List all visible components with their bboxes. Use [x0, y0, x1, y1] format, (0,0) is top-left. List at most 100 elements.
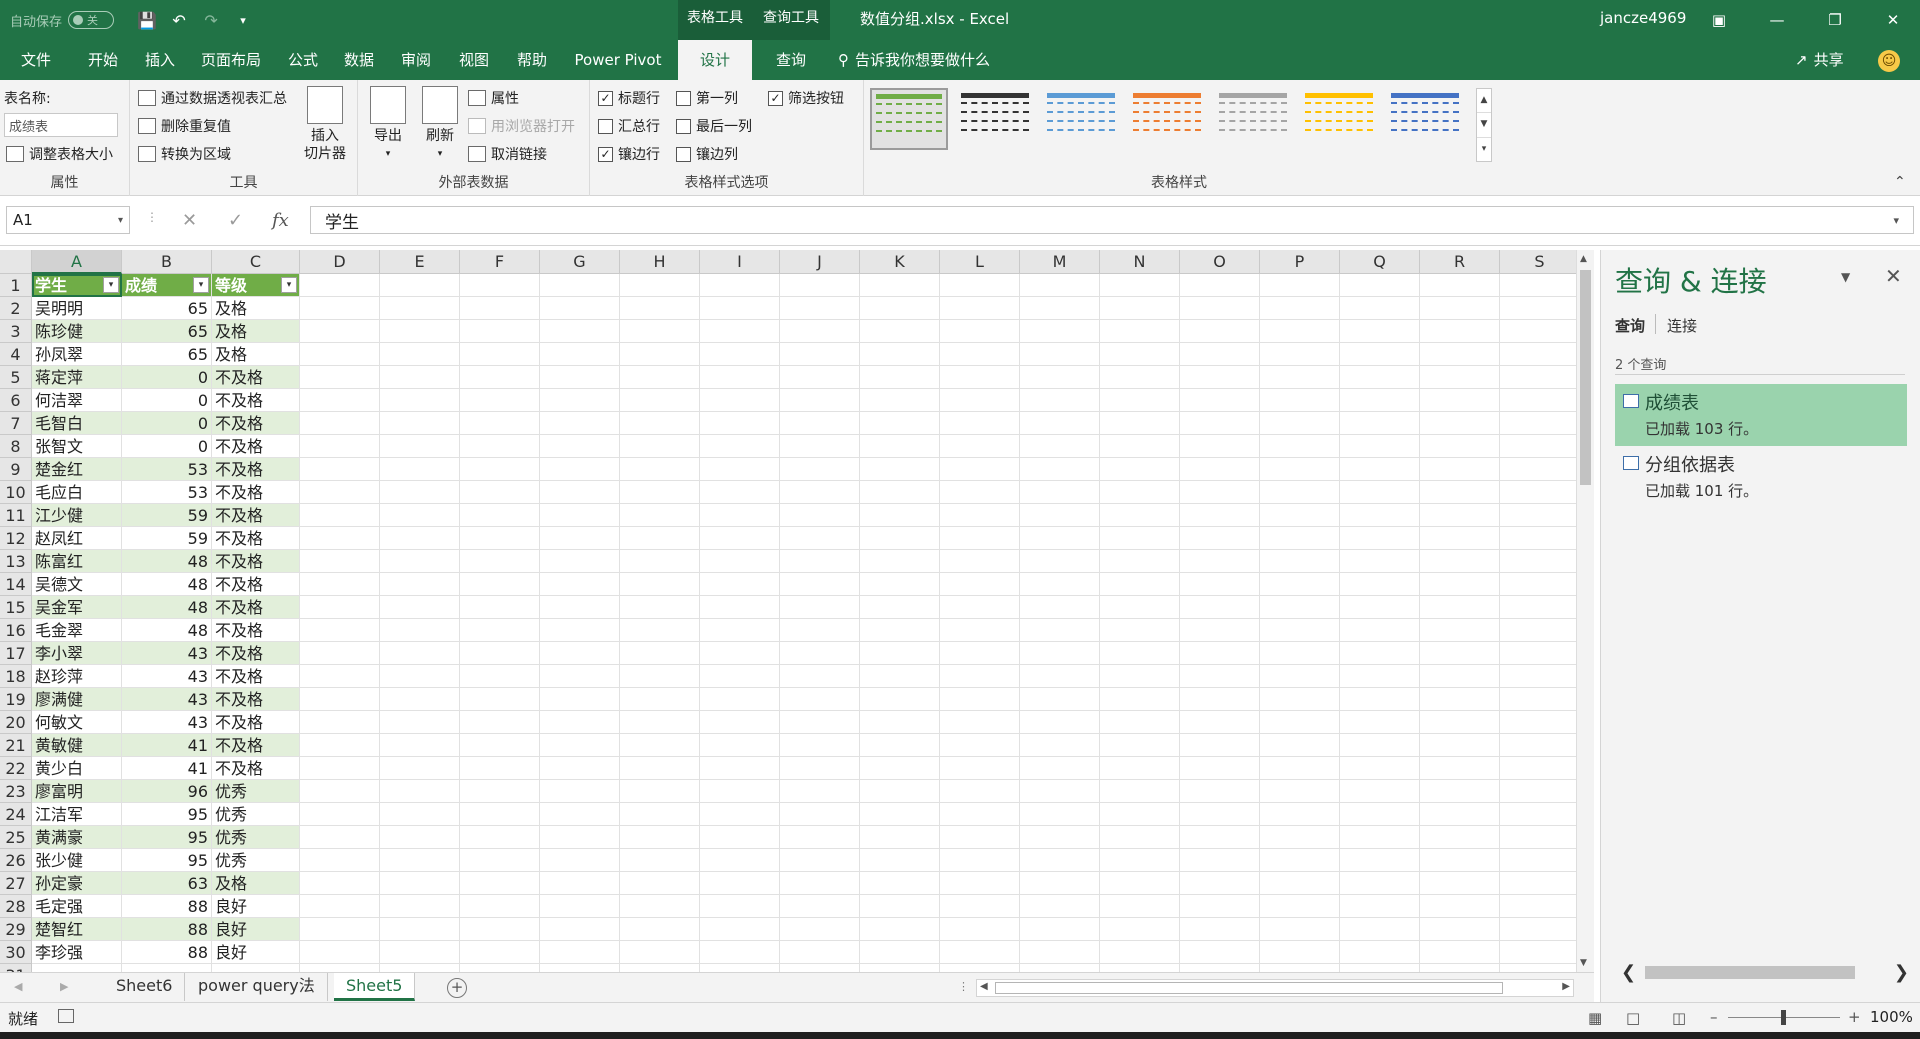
grid-cell[interactable]: [380, 274, 460, 297]
grid-cell[interactable]: [1180, 665, 1260, 688]
grid-cell[interactable]: [1100, 757, 1180, 780]
grid-cell[interactable]: [540, 458, 620, 481]
undo-icon[interactable]: ↶: [166, 8, 192, 32]
grid-cell[interactable]: [940, 343, 1020, 366]
table-cell[interactable]: 楚智红: [32, 918, 122, 941]
grid-cell[interactable]: [860, 389, 940, 412]
grid-cell[interactable]: [1500, 688, 1576, 711]
grid-cell[interactable]: [1340, 780, 1420, 803]
grid-cell[interactable]: [1420, 964, 1500, 972]
grid-cell[interactable]: [1100, 780, 1180, 803]
grid-cell[interactable]: [1180, 941, 1260, 964]
grid-cell[interactable]: [540, 964, 620, 972]
grid-cell[interactable]: [860, 274, 940, 297]
grid-cell[interactable]: [1100, 458, 1180, 481]
grid-cell[interactable]: [1260, 872, 1340, 895]
grid-cell[interactable]: [940, 849, 1020, 872]
grid-cell[interactable]: [1500, 527, 1576, 550]
grid-cell[interactable]: [1420, 458, 1500, 481]
grid-cell[interactable]: [380, 941, 460, 964]
table-cell[interactable]: 63: [122, 872, 212, 895]
column-header[interactable]: P: [1260, 250, 1340, 274]
table-cell[interactable]: 65: [122, 297, 212, 320]
grid-cell[interactable]: [1500, 596, 1576, 619]
redo-icon[interactable]: ↷: [198, 8, 224, 32]
grid-cell[interactable]: [380, 366, 460, 389]
grid-cell[interactable]: [540, 274, 620, 297]
grid-cell[interactable]: [380, 412, 460, 435]
grid-cell[interactable]: [1500, 366, 1576, 389]
grid-cell[interactable]: [1420, 481, 1500, 504]
insert-slicer-button[interactable]: 插入 切片器: [304, 86, 346, 163]
grid-cell[interactable]: [1180, 343, 1260, 366]
grid-cell[interactable]: [1180, 596, 1260, 619]
grid-cell[interactable]: [700, 481, 780, 504]
grid-cell[interactable]: [460, 527, 540, 550]
table-cell[interactable]: 廖满健: [32, 688, 122, 711]
grid-cell[interactable]: [780, 527, 860, 550]
grid-cell[interactable]: [780, 941, 860, 964]
grid-cell[interactable]: [1100, 297, 1180, 320]
table-header-cell[interactable]: 等级 ▾: [212, 274, 300, 297]
insert-function-icon[interactable]: fx: [272, 210, 289, 231]
grid-cell[interactable]: [1500, 343, 1576, 366]
banded-rows-checkbox[interactable]: ✓ 镶边行: [598, 144, 660, 164]
grid-cell[interactable]: [860, 688, 940, 711]
grid-cell[interactable]: [1500, 320, 1576, 343]
grid-cell[interactable]: [460, 711, 540, 734]
column-header[interactable]: G: [540, 250, 620, 274]
grid-cell[interactable]: [860, 642, 940, 665]
table-cell[interactable]: 不及格: [212, 389, 300, 412]
column-header[interactable]: Q: [1340, 250, 1420, 274]
tab-connections[interactable]: 连接: [1667, 315, 1697, 336]
grid-cell[interactable]: [380, 435, 460, 458]
table-cell[interactable]: 不及格: [212, 435, 300, 458]
table-cell[interactable]: 陈珍健: [32, 320, 122, 343]
table-cell[interactable]: 96: [122, 780, 212, 803]
table-cell[interactable]: 88: [122, 895, 212, 918]
tab-power-pivot[interactable]: Power Pivot: [566, 40, 670, 80]
grid-cell[interactable]: [380, 780, 460, 803]
table-cell[interactable]: 毛定强: [32, 895, 122, 918]
grid-cell[interactable]: [940, 711, 1020, 734]
grid-cell[interactable]: [540, 481, 620, 504]
grid-cell[interactable]: [1420, 573, 1500, 596]
grid-cell[interactable]: [1180, 274, 1260, 297]
grid-cell[interactable]: [620, 826, 700, 849]
grid-cell[interactable]: [1180, 803, 1260, 826]
grid-cell[interactable]: [1180, 412, 1260, 435]
grid-cell[interactable]: [1260, 527, 1340, 550]
grid-cell[interactable]: [1340, 642, 1420, 665]
grid-cell[interactable]: [1100, 527, 1180, 550]
grid-cell[interactable]: [380, 297, 460, 320]
grid-cell[interactable]: [1020, 826, 1100, 849]
table-style-swatch[interactable]: [870, 88, 948, 150]
grid-cell[interactable]: [860, 780, 940, 803]
grid-cell[interactable]: [300, 826, 380, 849]
save-icon[interactable]: 💾: [134, 8, 160, 32]
grid-cell[interactable]: [620, 596, 700, 619]
grid-cell[interactable]: [940, 780, 1020, 803]
column-header[interactable]: J: [780, 250, 860, 274]
grid-cell[interactable]: [1500, 780, 1576, 803]
grid-cell[interactable]: [460, 504, 540, 527]
grid-cell[interactable]: [1100, 849, 1180, 872]
grid-cell[interactable]: [1420, 665, 1500, 688]
grid-cell[interactable]: [1500, 872, 1576, 895]
grid-cell[interactable]: [1020, 389, 1100, 412]
grid-cell[interactable]: [1020, 619, 1100, 642]
grid-cell[interactable]: [460, 619, 540, 642]
table-cell[interactable]: 不及格: [212, 711, 300, 734]
grid-cell[interactable]: [1100, 872, 1180, 895]
grid-cell[interactable]: [1260, 573, 1340, 596]
grid-cell[interactable]: [1100, 343, 1180, 366]
grid-cell[interactable]: [1180, 619, 1260, 642]
grid-cell[interactable]: [300, 596, 380, 619]
row-header[interactable]: 24: [0, 803, 32, 826]
table-cell[interactable]: 毛应白: [32, 481, 122, 504]
row-header[interactable]: 20: [0, 711, 32, 734]
summarize-pivot-button[interactable]: 通过数据透视表汇总: [138, 88, 287, 108]
grid-cell[interactable]: [940, 918, 1020, 941]
page-break-view-icon[interactable]: ◫: [1672, 1009, 1686, 1027]
grid-cell[interactable]: [122, 964, 212, 972]
